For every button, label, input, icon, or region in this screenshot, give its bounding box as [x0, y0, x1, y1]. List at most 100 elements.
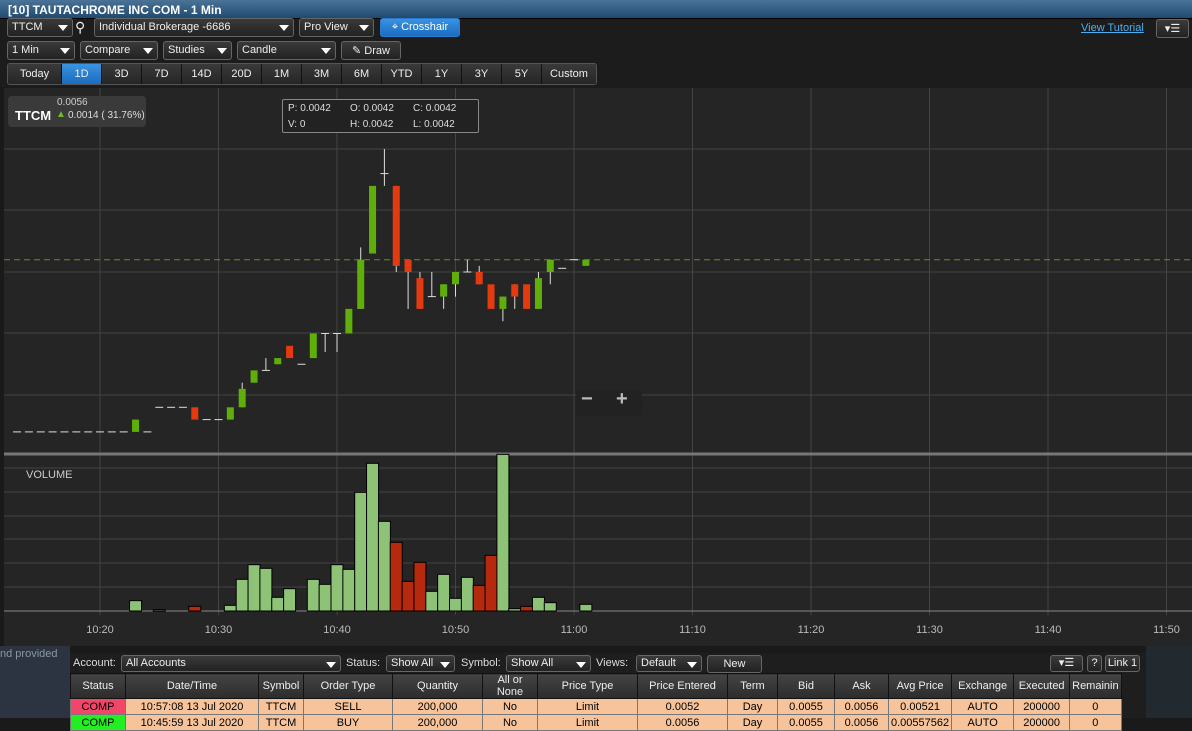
volume-bar [579, 603, 593, 612]
order-cell: 0.0055 [777, 714, 835, 731]
zoom-control: − + [576, 388, 642, 416]
column-header[interactable]: Remainin [1069, 673, 1122, 699]
ohlc-c: C: 0.0042 [413, 103, 457, 114]
candle-down [523, 284, 531, 309]
range-tab-3m[interactable]: 3M [302, 64, 342, 84]
right-panel [1146, 646, 1192, 718]
crosshair-label: Crosshair [401, 21, 449, 33]
volume-bar [247, 564, 261, 612]
symbol-input[interactable]: TTCM [7, 18, 73, 37]
range-tab-custom[interactable]: Custom [542, 64, 596, 84]
account-filter[interactable]: All Accounts [121, 655, 341, 672]
volume-bar [129, 600, 143, 612]
order-row[interactable]: COMP 10:57:08 13 Jul 2020 TTCM SELL 200,000 N… [70, 698, 1122, 715]
order-cell: TTCM [258, 698, 304, 715]
status-badge: COMP [70, 698, 126, 715]
order-cell: 0.0056 [834, 714, 889, 731]
candle-up [238, 388, 246, 408]
volume-bar [330, 564, 344, 612]
search-icon[interactable]: ⚲ [75, 19, 85, 36]
column-header[interactable]: Ask [834, 673, 889, 699]
order-cell: AUTO [951, 698, 1015, 715]
range-tab-7d[interactable]: 7D [142, 64, 182, 84]
menu-icon: ▾☰ [1058, 657, 1075, 669]
zoom-out-button[interactable]: − [581, 388, 593, 411]
interval-select[interactable]: 1 Min [7, 41, 75, 60]
view-select[interactable]: Pro View [299, 18, 374, 37]
x-tick-label: 10:40 [323, 624, 351, 636]
studies-select[interactable]: Studies [163, 41, 232, 60]
column-header[interactable]: Symbol [258, 673, 304, 699]
new-order-button[interactable]: New [707, 655, 762, 673]
column-header[interactable]: Executed [1013, 673, 1071, 699]
range-tab-5y[interactable]: 5Y [502, 64, 542, 84]
volume-bar [472, 584, 486, 612]
last-price: 0.0056 [57, 97, 88, 108]
column-header[interactable]: Order Type [303, 673, 393, 699]
volume-bar [271, 596, 285, 612]
draw-button[interactable]: ✎ Draw [341, 41, 401, 60]
volume-bar [484, 554, 498, 612]
menu-button[interactable]: ▾☰ [1156, 19, 1189, 38]
price-chart[interactable]: 10:20 10:30 10:40 10:50 11:00 11:10 11:20 11:30… [4, 88, 1192, 646]
crosshair-button[interactable]: ⌖ Crosshair [380, 18, 460, 37]
column-header[interactable]: Price Type [537, 673, 638, 699]
range-tab-3d[interactable]: 3D [102, 64, 142, 84]
range-tab-3y[interactable]: 3Y [462, 64, 502, 84]
candle-up [250, 370, 258, 383]
symbol-filter-label: Symbol: [461, 657, 501, 669]
compare-label: Compare [85, 44, 131, 56]
chevron-down-icon [687, 662, 697, 668]
range-tab-1d[interactable]: 1D [62, 64, 102, 84]
column-header[interactable]: Date/Time [125, 673, 259, 699]
chart-type-select[interactable]: Candle [237, 41, 336, 60]
range-tab-6m[interactable]: 6M [342, 64, 382, 84]
column-header[interactable]: Status [70, 673, 126, 699]
columns-menu-button[interactable]: ▾☰ [1050, 655, 1083, 672]
ohlc-l: L: 0.0042 [413, 119, 455, 130]
volume-bar [366, 462, 380, 612]
volume-bar [437, 573, 451, 612]
column-header[interactable]: Exchange [951, 673, 1015, 699]
chart-area[interactable]: 10:20 10:30 10:40 10:50 11:00 11:10 11:20 11:30… [4, 88, 1192, 646]
column-header[interactable]: Price Entered [637, 673, 728, 699]
window-title: [10] TAUTACHROME INC COM - 1 Min [0, 0, 1192, 19]
order-cell: 0.00557562 [887, 714, 953, 731]
help-button[interactable]: ? [1087, 655, 1102, 672]
account-select[interactable]: Individual Brokerage -6686 [94, 18, 294, 37]
status-badge: COMP [70, 714, 126, 731]
range-tab-1y[interactable]: 1Y [422, 64, 462, 84]
zoom-in-button[interactable]: + [616, 388, 628, 411]
x-tick-label: 11:10 [679, 624, 706, 636]
quote-badge: 0.0056 TTCM ▲ 0.0014 ( 31.76%) [8, 96, 146, 127]
column-header[interactable]: Term [727, 673, 778, 699]
order-cell: 0.0055 [777, 698, 835, 715]
order-cell: TTCM [258, 714, 304, 731]
left-panel: nd provided [0, 646, 70, 718]
range-tab-today[interactable]: Today [8, 64, 62, 84]
volume-bar [283, 588, 297, 612]
range-tab-14d[interactable]: 14D [182, 64, 222, 84]
order-cell: 200000 [1013, 714, 1071, 731]
ohlc-o: O: 0.0042 [350, 103, 394, 114]
order-cell: 200,000 [392, 714, 483, 731]
view-tutorial-link[interactable]: View Tutorial [1081, 22, 1144, 34]
compare-select[interactable]: Compare [80, 41, 158, 60]
order-cell: 10:57:08 13 Jul 2020 [125, 698, 259, 715]
column-header[interactable]: All or None [482, 673, 538, 699]
column-header[interactable]: Bid [777, 673, 835, 699]
volume-bar [223, 604, 237, 612]
range-tab-ytd[interactable]: YTD [382, 64, 422, 84]
studies-label: Studies [168, 44, 205, 56]
range-tab-20d[interactable]: 20D [222, 64, 262, 84]
order-row[interactable]: COMP 10:45:59 13 Jul 2020 TTCM BUY 200,000 No… [70, 714, 1122, 731]
column-header[interactable]: Quantity [392, 673, 483, 699]
range-tab-1m[interactable]: 1M [262, 64, 302, 84]
symbol-filter[interactable]: Show All [506, 655, 591, 672]
link-button[interactable]: Link 1 [1105, 655, 1140, 672]
status-filter[interactable]: Show All [386, 655, 455, 672]
views-filter[interactable]: Default [636, 655, 702, 672]
column-header[interactable]: Avg Price [887, 673, 953, 699]
volume-bar [543, 602, 557, 612]
candle-up [357, 259, 365, 309]
